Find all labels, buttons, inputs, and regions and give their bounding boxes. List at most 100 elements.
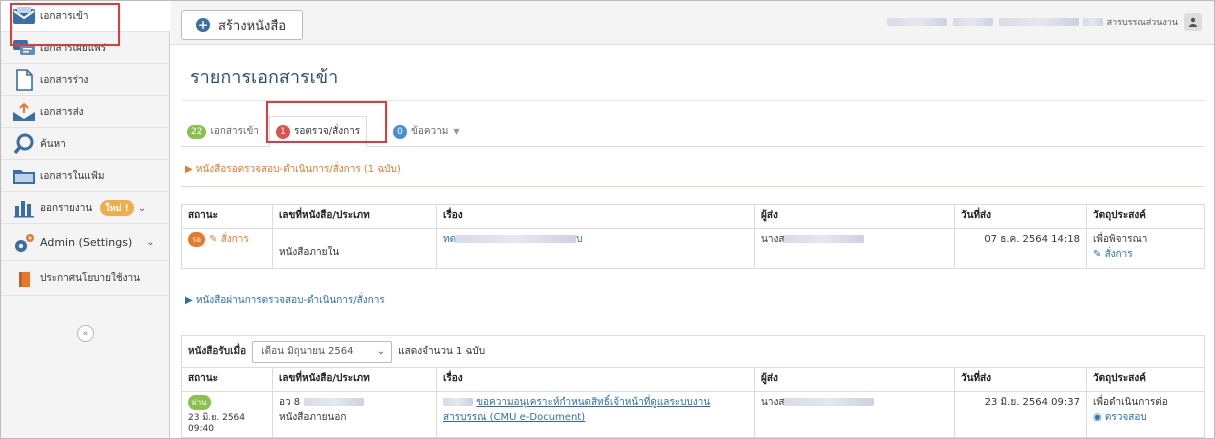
folder-icon (11, 165, 37, 187)
subject-cell[interactable]: ทด บ (436, 228, 755, 269)
sender-text: นางส (761, 397, 785, 408)
top-bar: + สร้างหนังสือ สารบรรณส่วนงาน (171, 1, 1214, 45)
sender-text: นางส (761, 234, 785, 245)
purpose-text: เพื่อดำเนินการต่อ (1093, 397, 1168, 408)
tab-label: เอกสารเข้า (210, 126, 259, 137)
subject-link[interactable]: บ (576, 234, 582, 245)
divider (181, 186, 1205, 187)
processed-table: สถานะ เลขที่หนังสือ/ประเภท เรื่อง ผู้ส่ง… (181, 367, 1205, 438)
send-tray-icon (11, 101, 37, 123)
plus-circle-icon: + (196, 18, 210, 32)
sidebar-item-sent[interactable]: เอกสารส่ง (1, 97, 170, 128)
redacted-name (886, 18, 947, 26)
pending-table: สถานะ เลขที่หนังสือ/ประเภท เรื่อง ผู้ส่ง… (181, 204, 1205, 269)
order-link[interactable]: ✎ สั่งการ (1093, 247, 1198, 262)
purpose-cell: เพื่อดำเนินการต่อ ◉ ตรวจสอบ (1086, 391, 1205, 438)
sidebar: เอกสารเข้า เอกสารเผยแพร่ เอกสารร่าง เอกส… (1, 1, 170, 438)
collapse-sidebar-button[interactable]: « (77, 325, 94, 342)
sidebar-item-label: เอกสารร่าง (40, 74, 89, 86)
new-badge: ใหม่ ! (100, 200, 134, 216)
highlight-box-inbox (10, 3, 120, 46)
redacted-text (784, 235, 865, 243)
subject-link[interactable]: สารบรรณ (CMU e-Document) (443, 410, 748, 425)
tab-messages[interactable]: 0 ข้อความ ▼ (387, 116, 466, 147)
sidebar-item-search[interactable]: ค้นหา (1, 129, 170, 160)
tab-label: ข้อความ (411, 126, 449, 137)
tab-inbox[interactable]: 22 เอกสารเข้า (181, 116, 265, 147)
status-badge: รอ (188, 232, 206, 247)
subject-link[interactable]: ทด (443, 234, 456, 245)
month-select[interactable]: เดือน มิถุนายน 2564 ⌄ (252, 340, 393, 363)
redacted-name (952, 18, 993, 26)
column-header: เลขที่หนังสือ/ประเภท (272, 367, 437, 392)
sidebar-item-policy[interactable]: ประกาศนโยบายใช้งาน (1, 262, 170, 296)
column-header: เลขที่หนังสือ/ประเภท (272, 204, 437, 229)
sidebar-item-label: เอกสารในแฟ้ม (40, 170, 105, 182)
sidebar-item-admin[interactable]: Admin (Settings) ⌄ (1, 225, 170, 261)
edit-icon: ✎ (1093, 249, 1105, 260)
processed-section-title[interactable]: ▶ หนังสือผ่านการตรวจสอบ-ดำเนินการ/สั่งกา… (185, 293, 385, 308)
sidebar-item-drafts[interactable]: เอกสารร่าง (1, 65, 170, 96)
sender-cell: นางส (754, 391, 955, 438)
column-header: เรื่อง (436, 204, 755, 229)
sender-cell: นางส (754, 228, 955, 269)
create-document-label: สร้างหนังสือ (218, 18, 287, 34)
create-document-button[interactable]: + สร้างหนังสือ (181, 10, 303, 40)
filter-label: หนังสือรับเมื่อ (188, 346, 247, 357)
order-link-label: สั่งการ (1104, 249, 1133, 260)
page-title: รายการเอกสารเข้า (190, 67, 339, 88)
eye-icon: ◉ (1093, 412, 1105, 423)
column-header: สถานะ (181, 367, 273, 392)
status-date: 23 มิ.ย. 2564 09:40 (188, 413, 246, 434)
redacted-text (456, 235, 577, 243)
sidebar-item-label: ประกาศนโยบายใช้งาน (40, 273, 140, 284)
filter-bar: หนังสือรับเมื่อ เดือน มิถุนายน 2564 ⌄ แส… (181, 335, 1205, 367)
user-role-label: สารบรรณส่วนงาน (1106, 18, 1178, 28)
bar-chart-icon (11, 197, 37, 219)
caret-down-icon: ▼ (453, 127, 460, 136)
month-select-value: เดือน มิถุนายน 2564 (261, 346, 354, 357)
chevron-down-icon: ⌄ (146, 237, 155, 248)
doc-type-cell: หนังสือภายใน (272, 228, 437, 269)
column-header: วัตถุประสงค์ (1086, 367, 1205, 392)
purpose-text: เพื่อพิจารณา (1093, 234, 1148, 245)
table-row: ผ่าน 23 มิ.ย. 2564 09:40 อว 8 หนังสือภาย… (181, 391, 1205, 438)
policy-book-icon (11, 268, 37, 290)
column-header: ผู้ส่ง (754, 204, 955, 229)
count-badge: 0 (393, 124, 407, 139)
order-action-link[interactable]: สั่งการ (221, 234, 249, 245)
subject-link[interactable]: ขอความอนุเคราะห์กำหนดสิทธิ์เจ้าหน้าที่ดู… (476, 397, 710, 408)
chevron-down-icon: ⌄ (137, 202, 147, 214)
status-cell: ผ่าน 23 มิ.ย. 2564 09:40 (181, 391, 273, 438)
table-header-row: สถานะ เลขที่หนังสือ/ประเภท เรื่อง ผู้ส่ง… (181, 367, 1205, 392)
doc-number: อว 8 (279, 397, 301, 408)
chevron-down-icon: ⌄ (376, 346, 386, 357)
user-area[interactable]: สารบรรณส่วนงาน (886, 13, 1202, 31)
search-icon (11, 133, 37, 155)
redacted-text (784, 398, 875, 406)
status-badge: ผ่าน (188, 395, 211, 410)
redacted-name (998, 18, 1079, 26)
redacted-text (443, 398, 473, 406)
column-header: สถานะ (181, 204, 273, 229)
highlight-box-pending-tab (266, 101, 387, 143)
subject-cell[interactable]: ขอความอนุเคราะห์กำหนดสิทธิ์เจ้าหน้าที่ดู… (436, 391, 755, 438)
review-link[interactable]: ◉ ตรวจสอบ (1093, 410, 1198, 425)
date-cell: 07 ธ.ค. 2564 14:18 (954, 228, 1087, 269)
table-header-row: สถานะ เลขที่หนังสือ/ประเภท เรื่อง ผู้ส่ง… (181, 204, 1205, 229)
draft-document-icon (11, 69, 37, 91)
edit-icon: ✎ (209, 234, 218, 245)
sidebar-item-folder[interactable]: เอกสารในแฟ้ม (1, 161, 170, 192)
purpose-cell: เพื่อพิจารณา ✎ สั่งการ (1086, 228, 1205, 269)
sidebar-item-reports[interactable]: ออกรายงาน ใหม่ ! ⌄ (1, 193, 170, 224)
redacted-name (1082, 18, 1103, 26)
doc-type: หนังสือภายนอก (279, 412, 347, 423)
pending-section-title[interactable]: ▶ หนังสือรอตรวจสอบ-ดำเนินการ/สั่งการ (1 … (185, 162, 401, 177)
gears-icon (11, 232, 37, 254)
filter-count: แสดงจำนวน 1 ฉบับ (398, 346, 486, 357)
redacted-text (304, 398, 365, 406)
date-cell: 23 มิ.ย. 2564 09:37 (954, 391, 1087, 438)
column-header: เรื่อง (436, 367, 755, 392)
column-header: วันที่ส่ง (954, 204, 1087, 229)
count-badge: 22 (187, 124, 207, 139)
